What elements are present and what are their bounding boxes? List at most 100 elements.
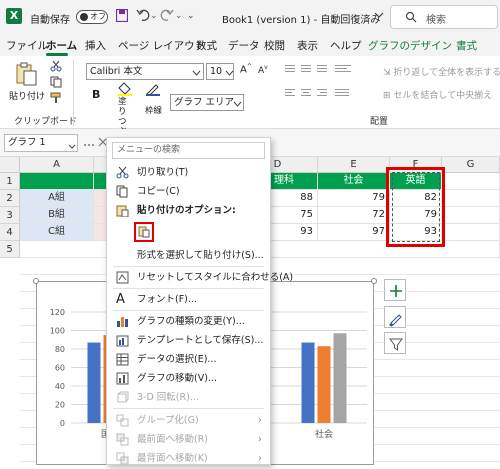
cell-e2[interactable]: 79 <box>318 190 390 207</box>
cell-a2[interactable]: A組 <box>20 190 94 207</box>
menu-search-input[interactable]: メニューの検索 <box>112 142 265 159</box>
menu-separator <box>113 266 264 267</box>
cell-e4[interactable]: 97 <box>318 224 390 241</box>
y-tick-label: 0 <box>60 419 65 428</box>
grow-font-icon[interactable]: A^ <box>240 63 252 75</box>
tab-page-layout[interactable]: ページ レイアウト <box>118 38 205 53</box>
row-header-3[interactable]: 3 <box>0 207 20 224</box>
title-dropdown-icon[interactable] <box>373 10 385 20</box>
col-header-e[interactable]: E <box>318 157 390 173</box>
redo-dropdown[interactable]: ⌄ <box>175 11 183 21</box>
menu-item-cut[interactable]: 切り取り(T) <box>107 163 270 182</box>
bar <box>333 333 347 423</box>
col-header-g[interactable]: G <box>442 157 500 173</box>
paste-option-button[interactable] <box>134 222 154 242</box>
shrink-font-icon[interactable]: Av <box>258 64 268 76</box>
search-placeholder: 検索 <box>426 15 446 26</box>
border-label: 枠線 <box>145 106 163 116</box>
search-box[interactable]: 検索 <box>390 5 498 29</box>
copy-icon[interactable] <box>50 76 62 88</box>
bar <box>87 342 101 423</box>
name-box[interactable]: グラフ 1 <box>4 134 78 152</box>
format-painter-icon[interactable] <box>50 92 63 104</box>
chart-styles-button[interactable] <box>384 306 406 328</box>
menu-item-bring-forward: 最前面へ移動(R) › <box>107 430 270 449</box>
font-name-select[interactable]: Calibri 本文 <box>86 63 204 80</box>
tab-review[interactable]: 校閲 <box>264 38 285 53</box>
row-header-4[interactable]: 4 <box>0 224 20 241</box>
pen-icon <box>146 84 160 96</box>
cell-g4[interactable] <box>442 224 500 241</box>
col-header-a[interactable]: A <box>20 157 94 173</box>
menu-item-paste-special[interactable]: 形式を選択して貼り付け(S)... <box>107 246 270 265</box>
row-header-1[interactable]: 1 <box>0 173 20 190</box>
chart-filters-button[interactable] <box>384 332 406 354</box>
menu-item-label: グラフの種類の変更(Y)... <box>137 316 245 327</box>
menu-separator <box>113 310 264 311</box>
menu-item-reset-style[interactable]: リセットしてスタイルに合わせる(A) <box>107 268 293 287</box>
save-icon[interactable] <box>115 8 129 23</box>
menu-item-label: 貼り付けのオプション: <box>137 205 236 216</box>
cell-e3[interactable]: 72 <box>318 207 390 224</box>
cell-g1[interactable] <box>442 173 500 190</box>
submenu-arrow-icon: › <box>258 434 262 445</box>
ribbon-divider <box>73 60 74 126</box>
tab-data[interactable]: データ <box>228 38 260 53</box>
cell-a1[interactable] <box>20 173 94 190</box>
undo-icon[interactable] <box>136 7 150 23</box>
row-header-5[interactable]: 5 <box>0 241 20 258</box>
align-center-icons[interactable] <box>285 88 357 98</box>
merge-center-button[interactable]: ⊞ セルを結合して中央揃え <box>383 88 492 101</box>
menu-item-copy[interactable]: コピー(C) <box>107 182 270 201</box>
cell-g2[interactable] <box>442 190 500 207</box>
resize-handle[interactable] <box>33 278 39 284</box>
toggle-knob <box>80 13 88 21</box>
y-tick-label: 40 <box>55 382 65 391</box>
tab-file[interactable]: ファイル <box>6 38 48 53</box>
fill-color-button[interactable]: 塗りつぶし <box>114 80 136 147</box>
cell-a3[interactable]: B組 <box>20 207 94 224</box>
menu-item-select-data[interactable]: データの選択(E)... <box>107 350 270 369</box>
menu-item-send-backward: 最背面へ移動(K) › <box>107 449 270 468</box>
tab-formulas[interactable]: 数式 <box>196 38 217 53</box>
border-button[interactable]: 枠線 <box>141 80 167 116</box>
menu-item-change-chart-type[interactable]: グラフの種類の変更(Y)... <box>107 312 270 331</box>
menu-item-label: 切り取り(T) <box>137 167 189 178</box>
row-header-2[interactable]: 2 <box>0 190 20 207</box>
select-all-corner[interactable] <box>0 157 20 173</box>
tab-chart-design[interactable]: グラフのデザイン <box>368 38 452 53</box>
qat-customize-dropdown[interactable]: ⌄ <box>187 11 195 21</box>
wrap-text-icon: ⇲ <box>383 68 394 78</box>
bold-button[interactable]: B <box>92 88 100 101</box>
move-chart-icon <box>116 372 129 385</box>
paste-icon[interactable] <box>14 61 38 87</box>
cut-icon[interactable] <box>50 60 62 72</box>
context-menu: メニューの検索 切り取り(T) コピー(C) 貼り付けのオプション: 形式を選択… <box>106 137 293 468</box>
bar-chart-icon <box>117 317 128 327</box>
cell-a4[interactable]: C組 <box>20 224 94 241</box>
tab-insert[interactable]: 挿入 <box>85 38 106 53</box>
resize-handle[interactable] <box>371 278 377 284</box>
undo-dropdown[interactable]: ⌄ <box>150 11 158 21</box>
chart-elements-button[interactable] <box>384 279 406 301</box>
menu-item-move-chart[interactable]: グラフの移動(V)... <box>107 369 270 388</box>
tab-help[interactable]: ヘルプ <box>330 38 362 53</box>
send-backward-icon <box>116 452 129 465</box>
bar <box>317 346 331 423</box>
menu-separator <box>113 288 264 289</box>
wrap-text-button[interactable]: ⇲ 折り返して全体を表示する <box>383 65 500 78</box>
autosave-toggle[interactable]: オフ <box>76 10 108 24</box>
cell-e1[interactable]: 社会 <box>318 173 390 190</box>
menu-item-font[interactable]: A フォント(F)... <box>107 290 270 309</box>
align-top-icons[interactable] <box>285 64 357 74</box>
menu-item-label: リセットしてスタイルに合わせる(A) <box>137 272 294 283</box>
tab-format[interactable]: 書式 <box>456 38 477 53</box>
menu-separator <box>113 408 264 409</box>
cell-g3[interactable] <box>442 207 500 224</box>
tab-view[interactable]: 表示 <box>297 38 318 53</box>
redo-icon[interactable] <box>160 7 174 23</box>
menu-item-save-template[interactable]: テンプレートとして保存(S)... <box>107 331 270 350</box>
tab-home[interactable]: ホーム <box>46 38 77 53</box>
paste-label[interactable]: 貼り付け <box>9 89 45 102</box>
menu-item-3d-rotation: 3-D 回転(R)... <box>107 388 270 407</box>
